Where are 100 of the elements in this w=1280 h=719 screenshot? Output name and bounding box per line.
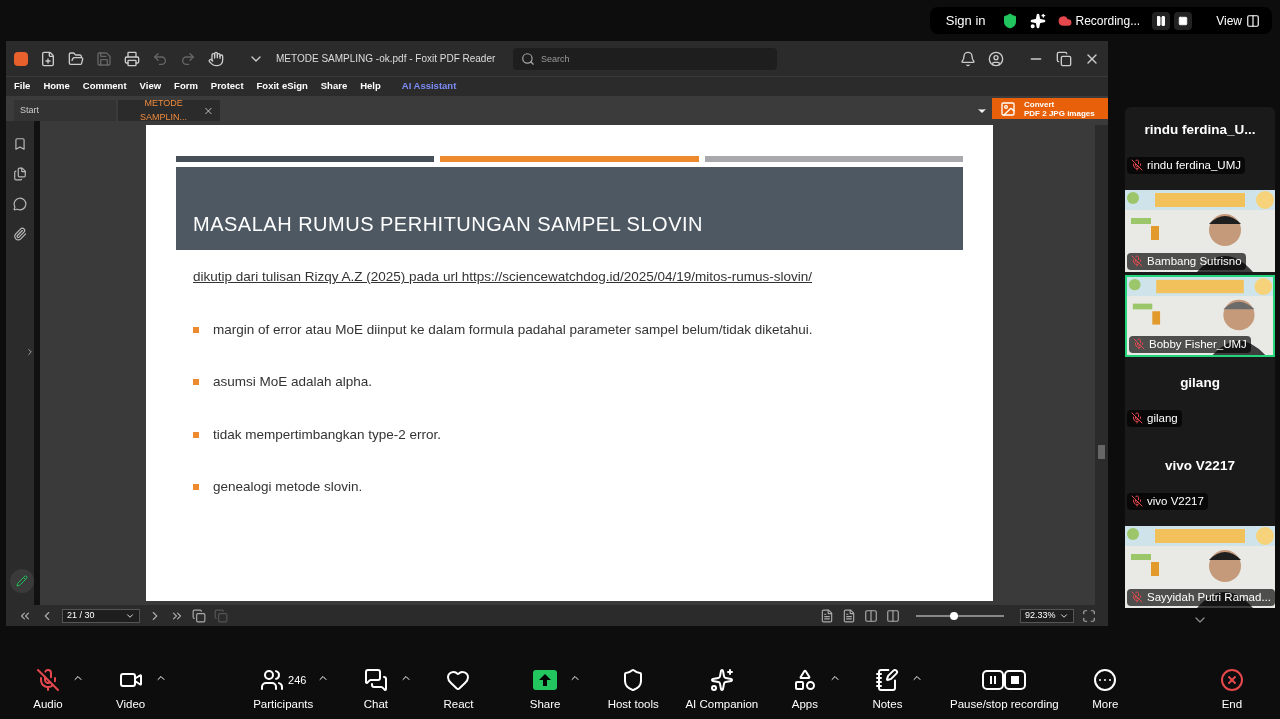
participant-name-tag: vivo V2217 [1127,492,1208,510]
fullscreen-icon[interactable] [1082,608,1096,623]
bullet-icon [193,431,199,438]
apps-icon [792,667,817,692]
print-icon[interactable] [124,50,140,67]
menu-item[interactable]: Comment [82,79,127,94]
sparkle-icon[interactable] [1029,12,1046,29]
restore-icon[interactable] [1056,50,1072,67]
toolbar-button[interactable]: AI Companion [685,667,759,714]
toolbar-button[interactable]: Video [110,667,151,714]
stop-button[interactable] [1174,11,1193,30]
pause-stop-icon [982,669,1027,690]
pause-icon [1155,14,1168,27]
muted-mic-icon [1131,412,1143,425]
scrollbar-thumb[interactable] [1098,445,1105,459]
bullet-text: genealogi metode slovin. [213,477,363,496]
slide-title: MASALAH RUMUS PERHITUNGAN SAMPEL SLOVIN [193,212,703,237]
toolbar-button[interactable]: Host tools [607,667,659,714]
bullet-icon [193,483,199,490]
menu-item[interactable]: Form [174,79,198,94]
single-page-icon[interactable] [820,608,834,623]
layout-icon [1246,13,1260,28]
bullet-text: tidak mempertimbangkan type-2 error. [213,425,442,444]
toolbar-button[interactable]: Share [525,667,566,714]
toolbar-button[interactable]: End [1211,667,1252,714]
menu-item[interactable]: AI Assistant [401,79,457,94]
participant-tile[interactable]: vivo V2217 vivo V2217 [1125,443,1275,523]
shield-check-icon [1001,12,1018,29]
participant-tile[interactable]: rindu ferdina_U... rindu ferdina_UMJ [1125,107,1275,187]
undo-icon[interactable] [152,50,168,67]
convert-label: PDF 2 JPG images [1024,108,1095,118]
people-icon [260,667,285,692]
participant-heading: gilang [1180,374,1220,393]
pages-icon[interactable] [13,167,27,181]
participant-name-tag: Sayyidah Putri Ramad... [1127,588,1275,606]
sign-in-button[interactable]: Sign in [941,10,990,31]
source-text: dikutip dari tulisan Rizqy A.Z (2025) pada url https://sciencewatchdog.id/2025/04/19/mitos-rumus-slovin/ [193,269,813,284]
recording-label: Recording... [1075,12,1141,30]
toolbar-button[interactable]: 246 Participants [253,667,314,714]
continuous-page-icon[interactable] [842,608,856,623]
app-logo-icon [14,51,28,66]
folder-icon[interactable] [68,50,84,67]
view-button[interactable]: View [1216,11,1260,30]
toolbar-button[interactable]: React [438,667,479,714]
notes-icon [875,667,900,692]
attachment-icon[interactable] [13,227,27,241]
toolbar-button[interactable]: Audio [28,667,68,714]
participant-count: 246 [288,672,307,688]
muted-mic-icon [1131,159,1143,172]
menu-item[interactable]: Help [360,79,381,94]
menu-item[interactable]: View [139,79,162,94]
participant-name-tag: Bambang Sutrisno [1127,252,1246,270]
menu-item[interactable]: Share [320,79,348,94]
pause-button[interactable] [1152,11,1171,30]
more-icon [1093,667,1118,692]
zoom-slider[interactable] [916,614,1004,617]
image-icon [998,100,1018,117]
document-tab[interactable]: Start [14,100,116,121]
sparkle-icon [709,667,734,692]
page-copy-icon[interactable] [192,608,206,623]
toolbar-button[interactable]: Pause/stop recording [950,667,1059,714]
continuous-facing-icon[interactable] [886,608,900,623]
comment-icon[interactable] [13,197,27,211]
zoom-slider-thumb[interactable] [949,611,958,620]
redo-icon[interactable] [180,50,196,67]
zoom-field[interactable]: 92.33% [1020,608,1074,623]
menu-item[interactable]: Foxit eSign [256,79,308,94]
bullet-icon [193,379,199,386]
participant-tile[interactable]: gilang gilang [1125,360,1275,440]
end-icon [1219,667,1244,692]
video-tile[interactable]: Bobby Fisher_UMJ [1125,275,1275,357]
toolbar-button[interactable]: Notes [867,667,908,714]
page-number-field[interactable]: 21 / 30 [62,608,140,623]
muted-mic-icon [1133,338,1145,351]
participant-heading: vivo V2217 [1165,457,1235,476]
new-file-icon[interactable] [40,50,56,67]
bullet-icon [193,327,199,334]
participant-name-tag: rindu ferdina_UMJ [1127,156,1245,174]
account-icon[interactable] [988,50,1004,67]
save-icon[interactable] [96,50,112,67]
search-field[interactable]: Search [513,47,777,70]
hand-icon[interactable] [208,50,224,67]
bullet-text: margin of error atau MoE diinput ke dalam formula padahal parameter sampel belum/tidak diketahui. [213,321,813,339]
document-tab[interactable]: METODE SAMPLIN... [118,100,220,121]
menu-item[interactable]: File [14,79,31,94]
facing-page-icon[interactable] [864,608,878,623]
video-tile[interactable]: Bambang Sutrisno [1125,190,1275,272]
menu-item[interactable]: Protect [210,79,244,94]
pencil-icon [16,575,28,587]
toolbar-button[interactable]: Chat [355,667,396,714]
share-icon [533,669,558,690]
menu-item[interactable]: Home [43,79,70,94]
toolbar-button[interactable]: Apps [784,667,825,714]
bookmark-icon[interactable] [13,137,27,151]
expand-icon[interactable] [25,347,35,357]
stop-icon [1178,15,1189,26]
bell-icon[interactable] [960,50,976,67]
edit-button[interactable] [10,569,34,593]
video-tile[interactable]: Sayyidah Putri Ramad... [1125,526,1275,608]
toolbar-button[interactable]: More [1085,667,1126,714]
